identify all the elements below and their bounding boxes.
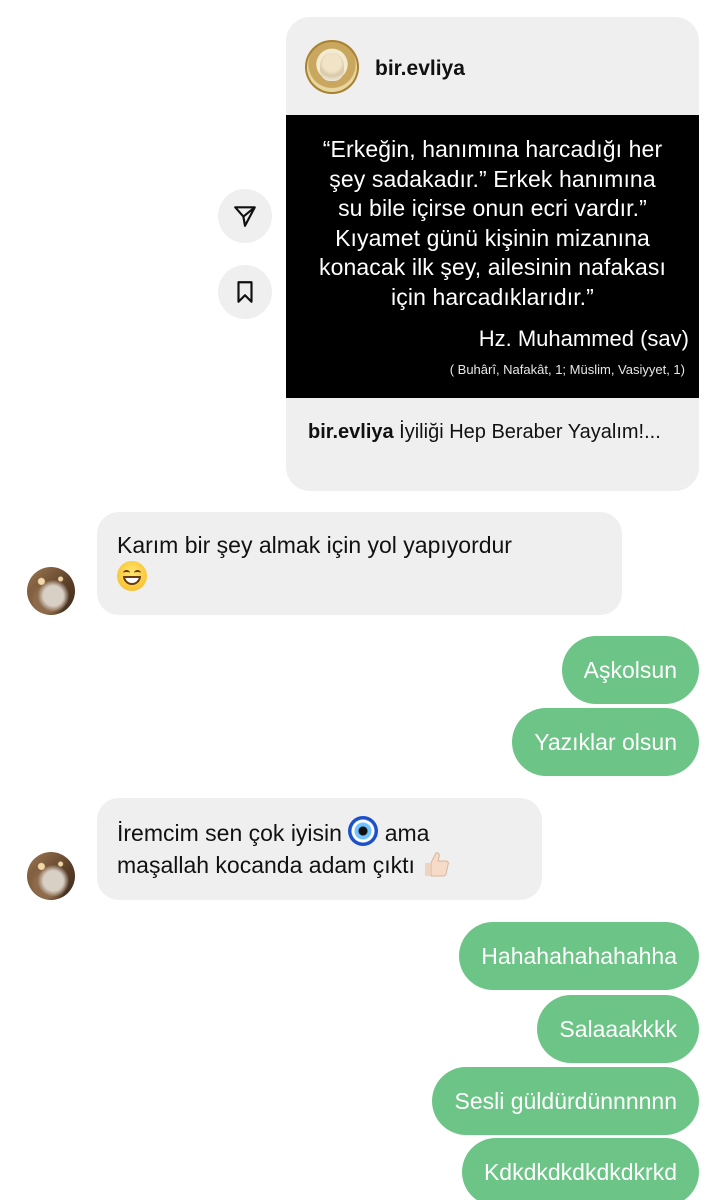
caption-text: İyiliği Hep Beraber Yayalım!... bbox=[393, 421, 661, 443]
send-icon bbox=[234, 206, 256, 227]
sent-message[interactable]: Yazıklar olsun bbox=[512, 708, 699, 776]
chat-thread: bir.evliya “Erkeğin, hanımına harcadığı … bbox=[0, 0, 712, 1200]
post-author-avatar[interactable] bbox=[305, 40, 359, 94]
message-text: ama bbox=[378, 820, 430, 846]
sent-message[interactable]: Sesli güldürdünnnnnn bbox=[432, 1067, 699, 1135]
shared-post-card[interactable]: bir.evliya “Erkeğin, hanımına harcadığı … bbox=[286, 17, 699, 491]
share-post-button[interactable] bbox=[218, 189, 272, 243]
thumbs-up-icon bbox=[425, 852, 450, 877]
quote-line: Kıyamet günü kişinin mizanına bbox=[335, 224, 650, 251]
sender-avatar[interactable] bbox=[27, 852, 75, 900]
caption-username[interactable]: bir.evliya bbox=[308, 421, 394, 443]
message-text: maşallah kocanda adam çıktı bbox=[117, 852, 415, 878]
sent-message[interactable]: Hahahahahahahha bbox=[459, 922, 699, 990]
message-text: Karım bir şey almak için yol yapıyordur bbox=[117, 532, 512, 558]
quote-text: “Erkeğin, hanımına harcadığı her şey sad… bbox=[286, 135, 699, 312]
sender-avatar[interactable] bbox=[27, 567, 75, 615]
received-message[interactable]: Karım bir şey almak için yol yapıyordur bbox=[97, 512, 622, 615]
quote-line: su bile içirse onun ecri vardır.” bbox=[338, 195, 647, 221]
post-header[interactable]: bir.evliya bbox=[286, 17, 699, 115]
quote-line: “Erkeğin, hanımına harcadığı her bbox=[322, 136, 663, 162]
received-message[interactable]: İremcim sen çok iyisin ama maşallah koca… bbox=[97, 798, 542, 900]
quote-line: şey sadakadır.” Erkek hanımına bbox=[329, 165, 656, 192]
quote-source: ( Buhârî, Nafakât, 1; Müslim, Vasiyyet, … bbox=[449, 362, 685, 377]
bookmark-icon bbox=[237, 281, 253, 303]
post-username[interactable]: bir.evliya bbox=[375, 57, 465, 81]
sent-message[interactable]: Aşkolsun bbox=[561, 636, 699, 704]
sent-message[interactable]: Kdkdkdkdkdkdkrkd bbox=[461, 1138, 699, 1200]
save-post-button[interactable] bbox=[218, 265, 272, 319]
post-image[interactable]: “Erkeğin, hanımına harcadığı her şey sad… bbox=[286, 115, 699, 398]
quote-line: konacak ilk şey, ailesinin nafakası bbox=[319, 254, 666, 280]
post-caption: bir.evliya İyiliği Hep Beraber Yayalım!.… bbox=[308, 417, 678, 448]
quote-line: için harcadıklarıdır.” bbox=[391, 283, 594, 310]
nazar-amulet-icon bbox=[348, 816, 379, 846]
sent-message[interactable]: Salaaakkkk bbox=[537, 995, 699, 1063]
quote-author: Hz. Muhammed (sav) bbox=[478, 326, 689, 351]
message-text: İremcim sen çok iyisin bbox=[117, 820, 342, 846]
grinning-face-icon bbox=[117, 561, 147, 591]
